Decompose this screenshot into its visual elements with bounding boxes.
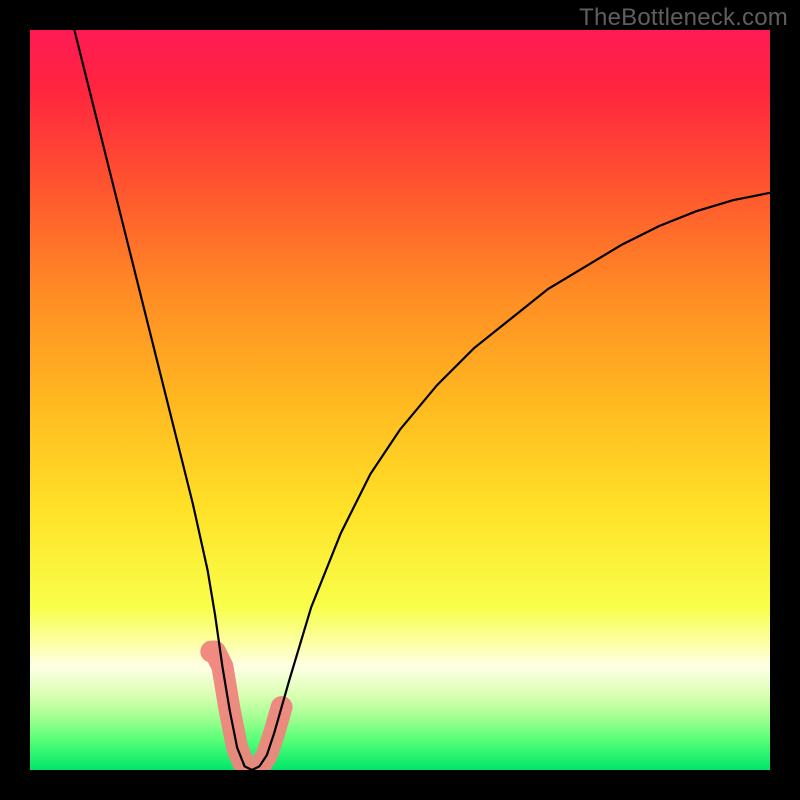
plot-area [30, 30, 770, 770]
watermark-text: TheBottleneck.com [579, 4, 788, 32]
gradient-background [30, 30, 770, 770]
chart-frame: TheBottleneck.com [0, 0, 800, 800]
chart-svg [30, 30, 770, 770]
